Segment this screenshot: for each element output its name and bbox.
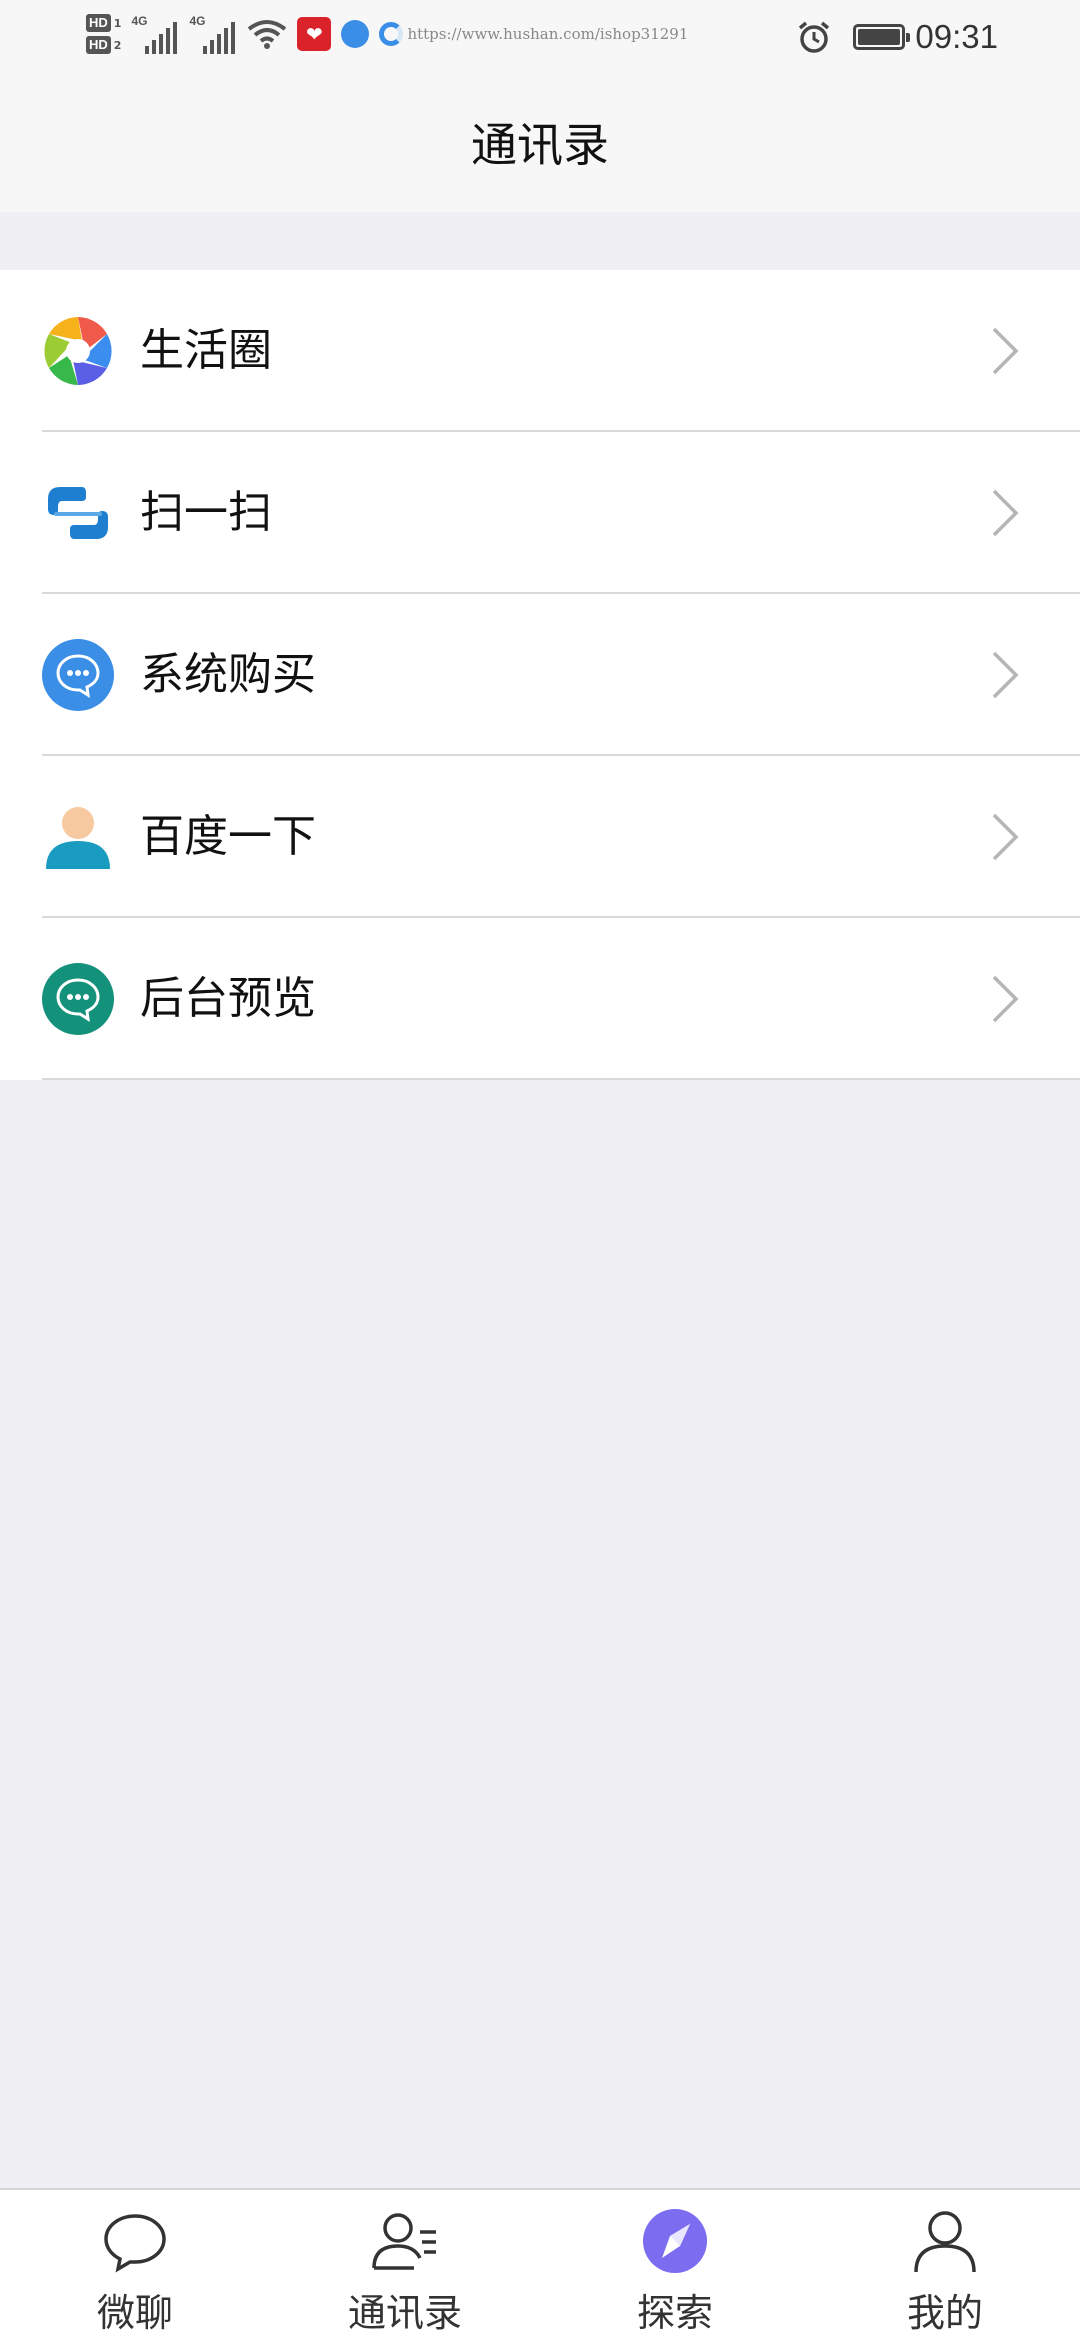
network-type: 4G bbox=[131, 14, 148, 28]
top-bar: HD 1 HD 2 4G 4G ❤ https://www.hushan.com… bbox=[0, 0, 1080, 212]
signal-2-icon: 4G bbox=[189, 14, 236, 54]
loading-icon bbox=[379, 22, 404, 46]
tab-contacts[interactable]: 通讯录 bbox=[270, 2190, 540, 2340]
menu-item-label: 生活圈 bbox=[140, 325, 272, 376]
status-left: HD 1 HD 2 4G 4G ❤ https://www.hushan.com… bbox=[86, 14, 688, 54]
hd-indicator-2: HD 2 bbox=[86, 36, 121, 54]
page-title: 通讯录 bbox=[471, 118, 609, 172]
menu-item-label: 百度一下 bbox=[140, 811, 316, 862]
chevron-right-icon bbox=[992, 489, 1019, 537]
menu-item-baidu[interactable]: 百度一下 bbox=[0, 756, 1080, 918]
contacts-icon bbox=[372, 2213, 436, 2270]
alarm-icon bbox=[799, 21, 830, 53]
menu-list: 生活圈 扫一扫 系统购买 百度一下 后台预览 bbox=[0, 270, 1080, 1080]
divider bbox=[42, 1078, 1080, 1080]
chat-bubble-green-icon bbox=[42, 963, 114, 1035]
screen: HD 1 HD 2 4G 4G ❤ https://www.hushan.com… bbox=[0, 0, 1080, 2340]
chevron-right-icon bbox=[992, 327, 1019, 375]
hd-badge: HD bbox=[86, 14, 111, 32]
hd-indicators: HD 1 HD 2 bbox=[86, 14, 121, 54]
bottom-tab-bar: 微聊 通讯录 探索 我的 bbox=[0, 2188, 1080, 2340]
compass-icon bbox=[643, 2209, 707, 2273]
wifi-icon bbox=[248, 20, 287, 49]
app-notification-icon: ❤ bbox=[297, 17, 332, 51]
aperture-icon bbox=[44, 317, 112, 385]
hd-indicator-1: HD 1 bbox=[86, 14, 121, 32]
person-icon bbox=[46, 807, 110, 869]
signal-1-icon: 4G bbox=[131, 14, 178, 54]
hd-number: 1 bbox=[113, 16, 122, 30]
hd-badge: HD bbox=[86, 36, 111, 54]
tab-label: 我的 bbox=[906, 2291, 983, 2335]
menu-item-label: 后台预览 bbox=[140, 973, 316, 1024]
tab-explore[interactable]: 探索 bbox=[540, 2190, 810, 2340]
chat-bubble-blue-icon bbox=[42, 639, 114, 711]
chevron-right-icon bbox=[992, 975, 1019, 1023]
status-right: 09:31 bbox=[797, 18, 998, 56]
chevron-right-icon bbox=[992, 651, 1019, 699]
tab-label: 微聊 bbox=[96, 2291, 173, 2335]
status-url: https://www.hushan.com/ishop31291 bbox=[407, 25, 689, 43]
tab-chat[interactable]: 微聊 bbox=[0, 2190, 270, 2340]
battery-icon bbox=[853, 24, 911, 50]
chevron-right-icon bbox=[992, 813, 1019, 861]
user-icon bbox=[914, 2211, 976, 2273]
tab-label: 探索 bbox=[636, 2291, 713, 2335]
scan-icon bbox=[48, 487, 108, 539]
status-time: 09:31 bbox=[915, 18, 998, 55]
tab-me[interactable]: 我的 bbox=[810, 2190, 1080, 2340]
network-type: 4G bbox=[189, 14, 206, 28]
menu-item-admin-preview[interactable]: 后台预览 bbox=[0, 918, 1080, 1080]
menu-item-life-circle[interactable]: 生活圈 bbox=[0, 270, 1080, 432]
menu-item-system-purchase[interactable]: 系统购买 bbox=[0, 594, 1080, 756]
status-bar: HD 1 HD 2 4G 4G ❤ https://www.hushan.com… bbox=[0, 0, 1080, 80]
browser-notification-icon bbox=[341, 20, 370, 48]
menu-item-label: 扫一扫 bbox=[140, 487, 272, 538]
tab-label: 通讯录 bbox=[347, 2291, 462, 2335]
menu-item-scan[interactable]: 扫一扫 bbox=[0, 432, 1080, 594]
chat-icon bbox=[104, 2214, 166, 2273]
hd-number: 2 bbox=[113, 38, 122, 52]
menu-item-label: 系统购买 bbox=[140, 649, 316, 700]
